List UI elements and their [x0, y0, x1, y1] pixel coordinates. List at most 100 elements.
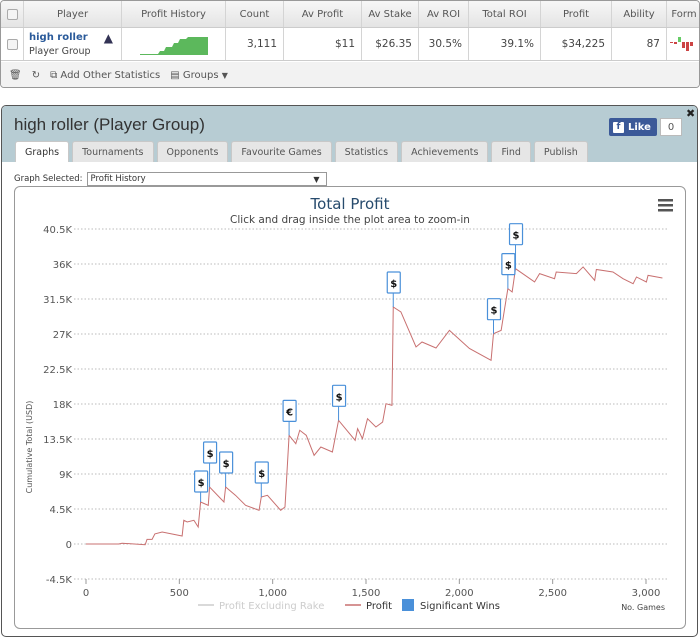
- player-table: Player Profit History Count Av Profit Av…: [0, 0, 700, 88]
- select-all-checkbox[interactable]: [1, 1, 24, 27]
- groups-icon: ▤: [170, 70, 183, 81]
- av-roi-value: 30.5%: [419, 28, 469, 60]
- svg-text:€: €: [285, 407, 293, 418]
- x-tick-label: 2,500: [538, 588, 567, 599]
- legend-item-significant-wins[interactable]: Significant Wins: [402, 599, 500, 612]
- significant-win-flag[interactable]: $: [331, 384, 347, 421]
- significant-win-flag[interactable]: $: [486, 298, 502, 334]
- y-tick-label: 0: [66, 540, 72, 551]
- add-other-statistics-button[interactable]: ⧉ Add Other Statistics: [50, 70, 160, 81]
- graph-select[interactable]: Profit History ▼: [86, 172, 327, 186]
- col-av-roi[interactable]: Av ROI: [419, 1, 469, 27]
- tab-tournaments[interactable]: Tournaments: [72, 141, 154, 162]
- y-tick-label: 4.5K: [50, 505, 73, 516]
- profit-value: $34,225: [541, 28, 612, 60]
- av-profit-value: $11: [284, 28, 362, 60]
- dialog-tabs: Graphs Tournaments Opponents Favourite G…: [15, 141, 588, 162]
- close-icon[interactable]: ✖: [686, 107, 695, 120]
- x-tick-label: 1,500: [352, 588, 381, 599]
- chart-subtitle: Click and drag inside the plot area to z…: [230, 214, 470, 226]
- x-tick-label: 0: [83, 588, 89, 599]
- groups-dropdown[interactable]: ▤ Groups ▼: [170, 70, 228, 81]
- legend-item-profit-excluding-rake[interactable]: Profit Excluding Rake: [198, 601, 324, 612]
- y-tick-label: 13.5K: [43, 435, 72, 446]
- legend-item-profit[interactable]: Profit: [345, 601, 392, 612]
- facebook-like-button[interactable]: f Like: [609, 118, 657, 136]
- svg-text:$: $: [390, 279, 397, 290]
- refresh-icon[interactable]: ↻: [32, 70, 40, 81]
- dialog-title: high roller (Player Group): [14, 115, 205, 134]
- svg-text:$: $: [491, 306, 498, 317]
- graph-select-value: Profit History: [90, 174, 146, 184]
- significant-win-flag[interactable]: $: [219, 451, 234, 487]
- tab-publish[interactable]: Publish: [533, 141, 588, 162]
- table-row: high roller Player Group ▲ 3,111 $11 $26…: [1, 28, 699, 61]
- legend-label: Profit Excluding Rake: [219, 601, 324, 612]
- col-total-roi[interactable]: Total ROI: [469, 1, 541, 27]
- profit-chart[interactable]: Total Profit Click and drag inside the p…: [15, 187, 685, 628]
- col-profit[interactable]: Profit: [541, 1, 612, 27]
- y-tick-label: 36K: [53, 260, 73, 271]
- significant-win-flag[interactable]: €: [282, 399, 297, 436]
- count-value: 3,111: [226, 28, 284, 60]
- graph-selected-label: Graph Selected:: [14, 174, 83, 184]
- tab-favourite-games[interactable]: Favourite Games: [231, 141, 332, 162]
- tab-statistics[interactable]: Statistics: [334, 141, 399, 162]
- col-ability[interactable]: Ability: [612, 1, 667, 27]
- x-tick-label: 1,000: [258, 588, 287, 599]
- add-stats-label: Add Other Statistics: [60, 70, 161, 81]
- y-tick-label: 27K: [53, 330, 73, 341]
- shark-icon: ▲: [103, 31, 113, 45]
- chart-title: Total Profit: [310, 195, 390, 213]
- tab-achievements[interactable]: Achievements: [401, 141, 489, 162]
- groups-label: Groups: [182, 70, 219, 81]
- svg-text:$: $: [336, 392, 343, 403]
- significant-win-flag[interactable]: $: [386, 271, 401, 308]
- col-profit-history[interactable]: Profit History: [122, 1, 226, 27]
- legend-label: Significant Wins: [420, 601, 500, 612]
- tab-find[interactable]: Find: [491, 141, 531, 162]
- profit-line: [86, 266, 663, 546]
- y-tick-label: 40.5K: [43, 225, 72, 236]
- table-toolbar: 🗑 ↻ ⧉ Add Other Statistics ▤ Groups ▼: [1, 62, 699, 87]
- facebook-icon: f: [613, 121, 624, 133]
- player-name-link[interactable]: high roller: [29, 32, 88, 43]
- graph-selector: Graph Selected: Profit History ▼: [14, 172, 327, 186]
- tab-opponents[interactable]: Opponents: [156, 141, 229, 162]
- significant-win-flag[interactable]: $: [254, 461, 269, 498]
- player-group-dialog: high roller (Player Group) f Like 0 ✖ Gra…: [1, 105, 698, 637]
- trash-icon[interactable]: 🗑: [9, 70, 22, 81]
- col-player[interactable]: Player: [24, 1, 122, 27]
- y-tick-label: 9K: [59, 470, 72, 481]
- svg-text:$: $: [505, 261, 512, 272]
- col-av-stake[interactable]: Av Stake: [362, 1, 419, 27]
- tab-graphs[interactable]: Graphs: [15, 141, 70, 162]
- ability-value: 87: [612, 28, 667, 60]
- menu-icon[interactable]: [658, 199, 673, 212]
- total-roi-value: 39.1%: [469, 28, 541, 60]
- like-label: Like: [628, 121, 651, 133]
- player-type: Player Group: [29, 45, 91, 57]
- x-tick-label: 500: [170, 588, 189, 599]
- y-tick-label: 22.5K: [43, 365, 72, 376]
- table-header: Player Profit History Count Av Profit Av…: [1, 1, 699, 28]
- y-axis-label: Cumulative Total (USD): [25, 401, 34, 494]
- svg-text:$: $: [513, 231, 520, 242]
- svg-text:$: $: [198, 478, 205, 489]
- x-tick-label: 2,000: [445, 588, 474, 599]
- x-axis-label: No. Games: [621, 603, 665, 612]
- dropdown-arrow-icon: ▼: [313, 174, 320, 184]
- legend-label: Profit: [366, 601, 392, 612]
- form-sparkline: [667, 28, 699, 60]
- y-tick-label: 31.5K: [43, 295, 72, 306]
- col-form[interactable]: Form: [667, 1, 699, 27]
- like-count: 0: [660, 118, 682, 136]
- y-tick-label: -4.5K: [46, 575, 73, 586]
- svg-text:$: $: [223, 459, 230, 470]
- col-av-profit[interactable]: Av Profit: [284, 1, 362, 27]
- caret-down-icon: ▼: [221, 71, 228, 80]
- significant-win-flag[interactable]: $: [194, 470, 209, 502]
- row-checkbox[interactable]: [1, 28, 24, 60]
- svg-text:$: $: [258, 469, 265, 480]
- col-count[interactable]: Count: [226, 1, 284, 27]
